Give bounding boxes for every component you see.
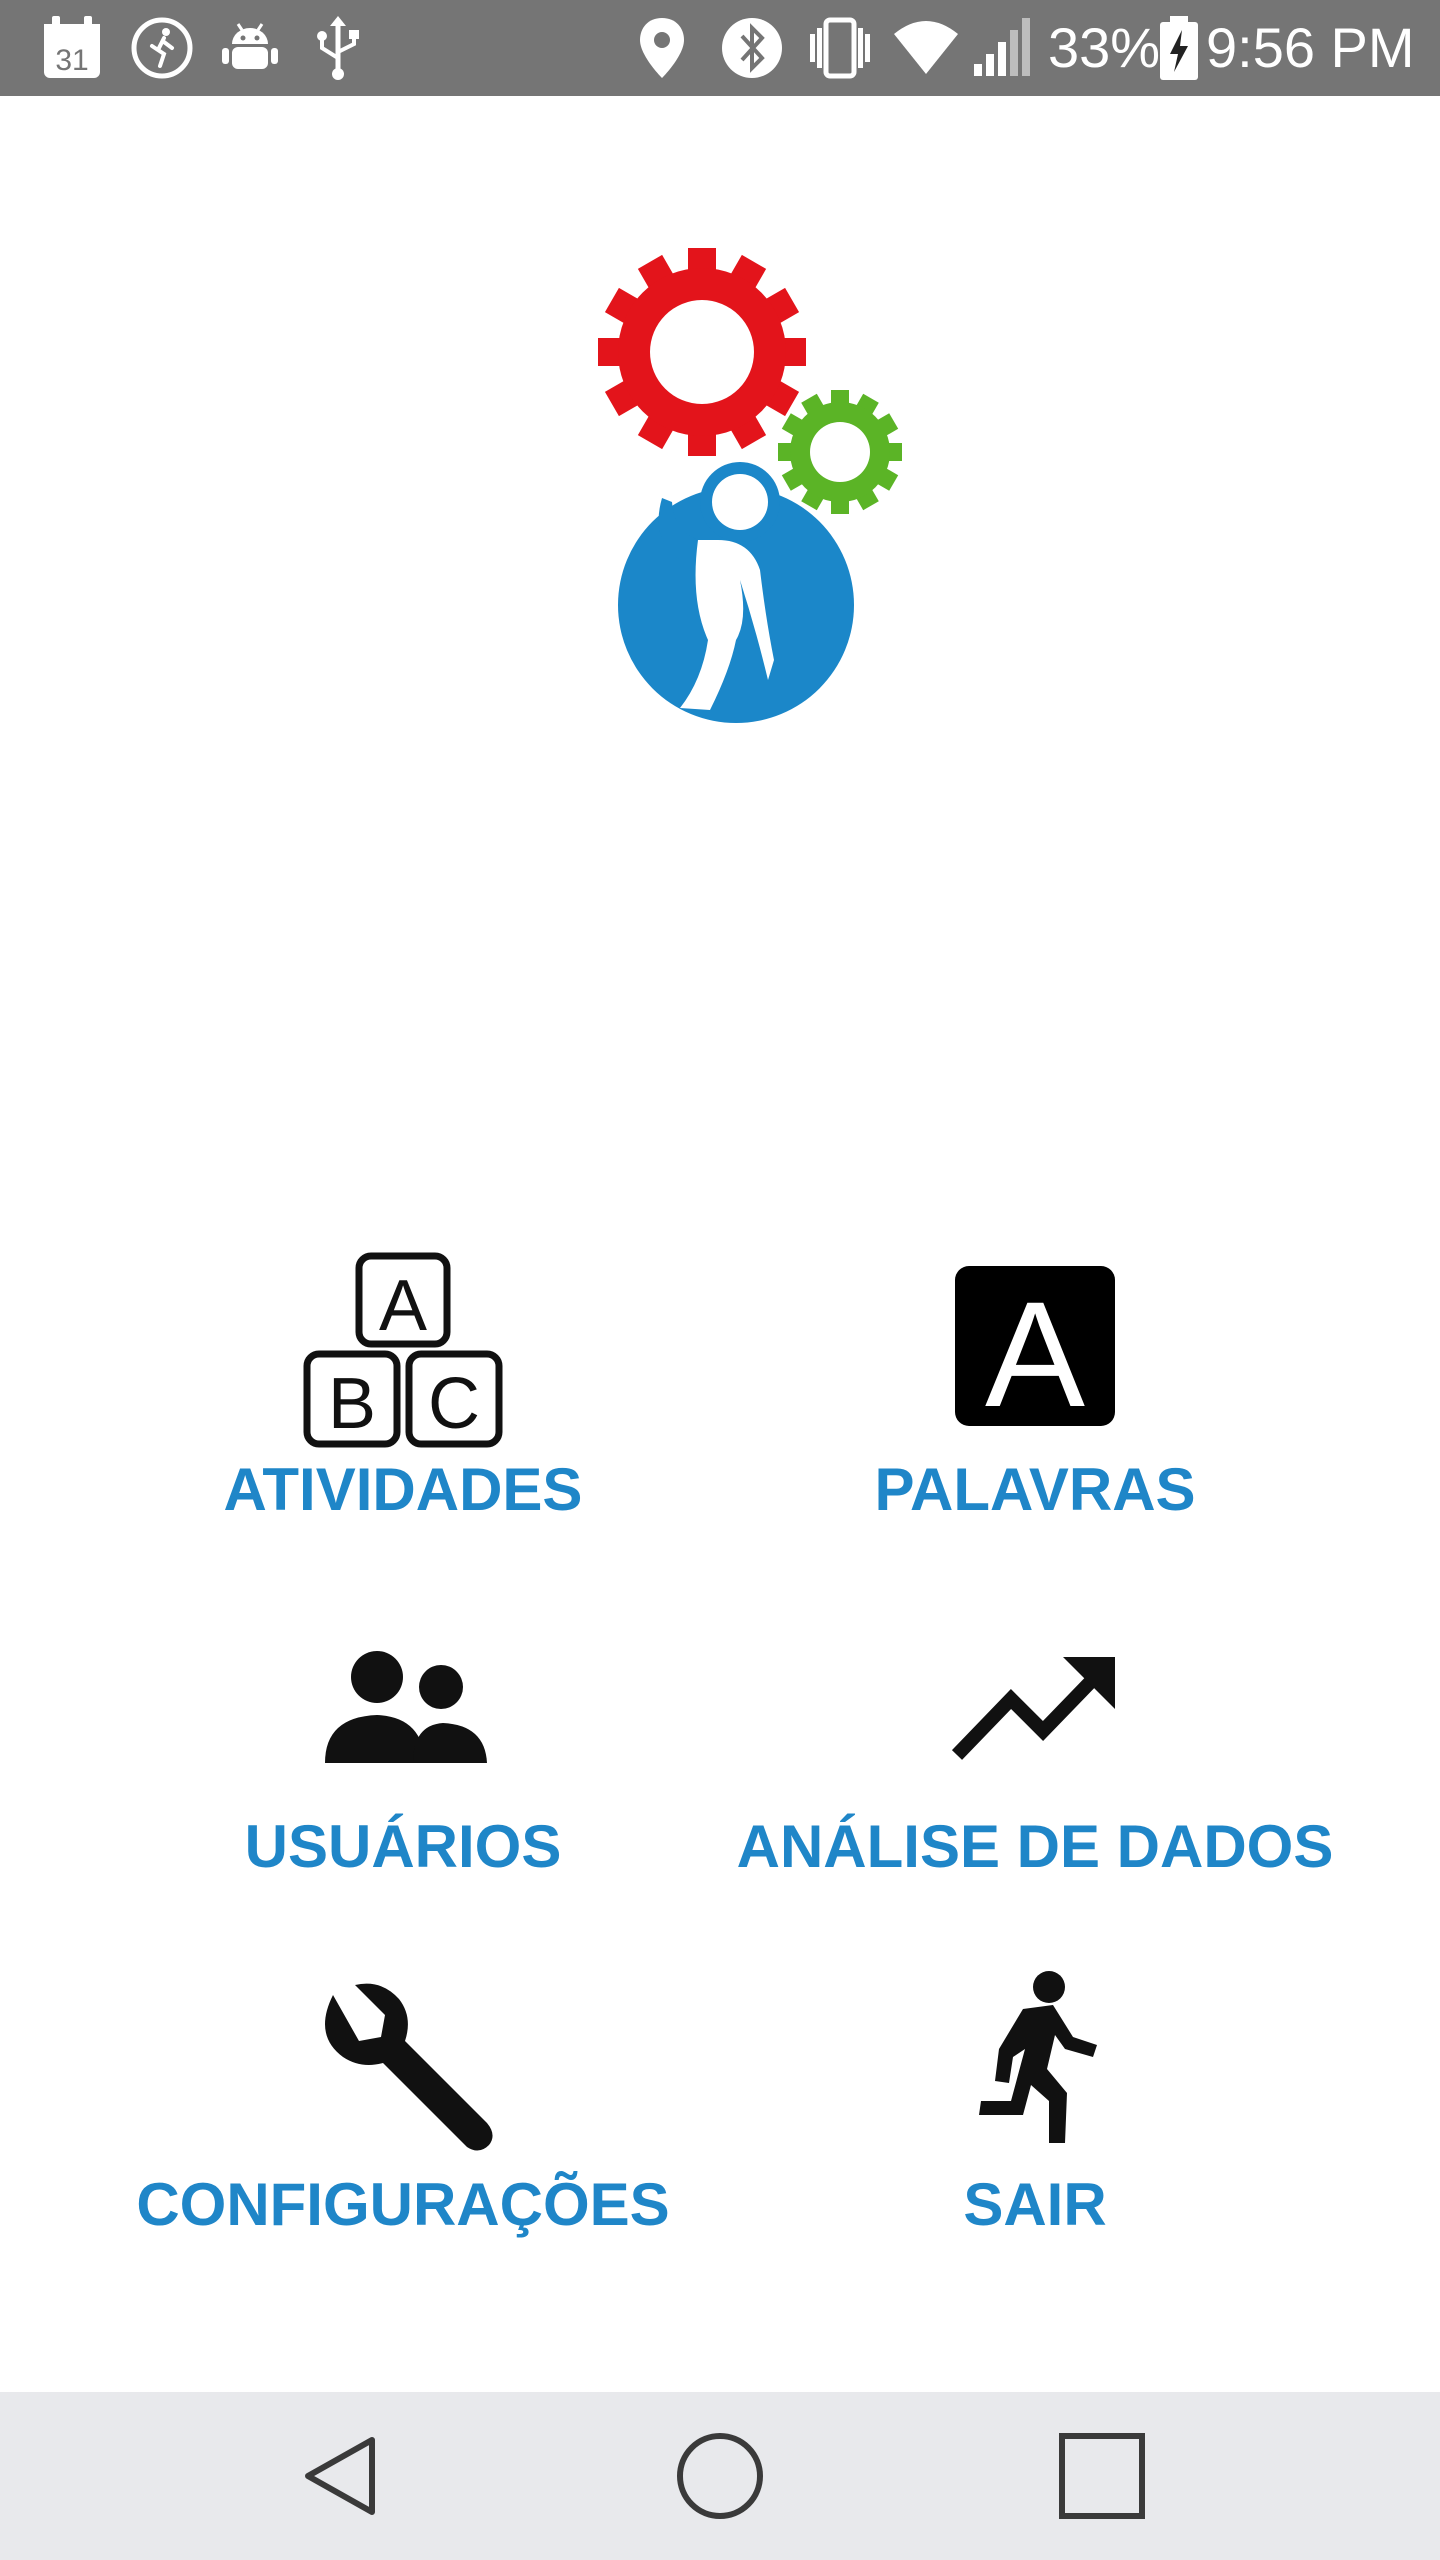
green-gear-icon: [778, 390, 902, 514]
android-debug-icon: [222, 23, 278, 69]
exit-menu-item[interactable]: SAIR: [725, 1965, 1345, 2285]
screen: 31 33% 9:56 PM A B C ATIVIDADES A PALAVR…: [0, 0, 1440, 2560]
words-label: PALAVRAS: [874, 1456, 1196, 1523]
svg-text:A: A: [985, 1270, 1085, 1438]
users-label: USUÁRIOS: [244, 1813, 562, 1880]
status-bar: 31 33% 9:56 PM: [0, 0, 1440, 96]
activities-menu-item[interactable]: A B C ATIVIDADES: [93, 1250, 713, 1570]
trending-up-icon: [951, 1657, 1115, 1760]
red-gear-icon: [598, 248, 806, 456]
svg-text:B: B: [328, 1364, 376, 1444]
svg-text:A: A: [379, 1266, 427, 1346]
bluetooth-icon: [722, 18, 782, 78]
running-person-icon: [979, 1971, 1097, 2143]
wifi-icon: [894, 21, 958, 74]
clock: 9:56 PM: [1206, 16, 1415, 79]
svg-text:C: C: [428, 1364, 480, 1444]
analytics-label: ANÁLISE DE DADOS: [736, 1813, 1334, 1880]
calendar-icon: 31: [44, 16, 100, 78]
back-button[interactable]: [290, 2426, 390, 2526]
vibrate-icon: [810, 17, 870, 79]
wrench-icon: [325, 1983, 493, 2151]
usb-icon: [317, 16, 359, 80]
words-menu-item[interactable]: A PALAVRAS: [725, 1250, 1345, 1570]
exit-label: SAIR: [963, 2171, 1107, 2238]
signal-icon: [974, 18, 1030, 76]
settings-label: CONFIGURAÇÕES: [136, 2171, 670, 2238]
users-menu-item[interactable]: USUÁRIOS: [93, 1607, 713, 1927]
home-button[interactable]: [670, 2426, 770, 2526]
activities-label: ATIVIDADES: [223, 1456, 583, 1523]
settings-menu-item[interactable]: CONFIGURAÇÕES: [93, 1965, 713, 2285]
letter-a-icon: A: [955, 1266, 1115, 1438]
location-pin-icon: [640, 18, 684, 78]
recents-button[interactable]: [1052, 2426, 1152, 2526]
battery-charging-icon: [1160, 16, 1198, 80]
navigation-bar: [0, 2392, 1440, 2560]
fitness-walk-icon: [131, 17, 193, 79]
people-icon: [325, 1651, 487, 1763]
calendar-day: 31: [55, 44, 88, 77]
abc-blocks-icon: A B C: [303, 1252, 503, 1448]
app-logo: [598, 248, 902, 723]
battery-percent: 33%: [1048, 16, 1161, 79]
analytics-menu-item[interactable]: ANÁLISE DE DADOS: [725, 1607, 1345, 1927]
